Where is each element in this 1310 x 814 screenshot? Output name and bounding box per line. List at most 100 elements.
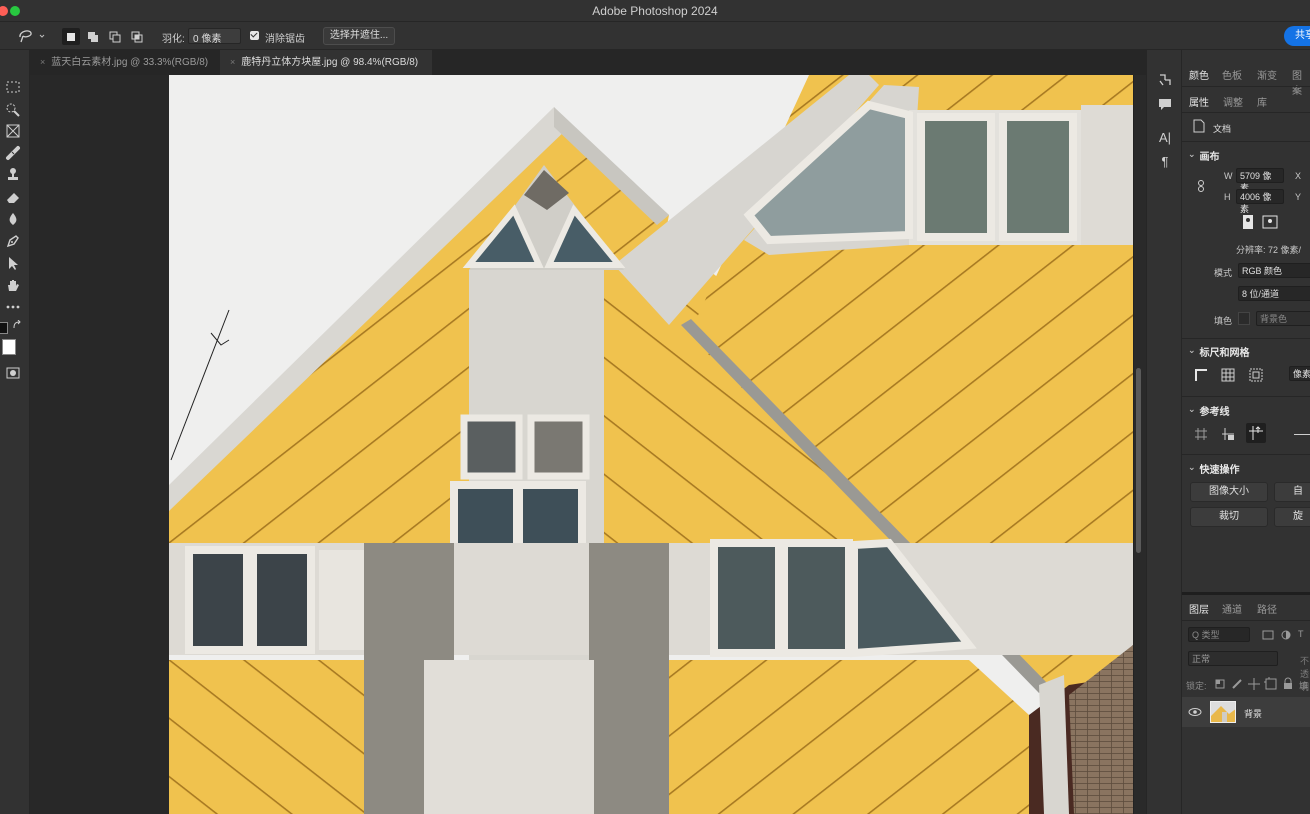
swap-colors-icon[interactable] — [12, 320, 22, 330]
blend-mode-select[interactable]: 正常 — [1188, 651, 1278, 666]
rotate-button[interactable]: 旋 — [1274, 507, 1310, 527]
quick-selection-tool-icon[interactable] — [4, 100, 22, 118]
properties-panel: 颜色 色板 渐变 图案 属性 调整 库 文档 画布 W 5709 像素 X H … — [1182, 50, 1310, 814]
lock-label: 锁定: — [1186, 681, 1207, 691]
quick-mask-icon[interactable] — [4, 364, 22, 382]
fill-label-layers: 填 — [1299, 681, 1309, 691]
ruler-units-select[interactable]: 像素 — [1289, 366, 1310, 381]
history-panel-icon[interactable] — [1157, 72, 1173, 88]
intersect-selection-button[interactable] — [128, 28, 146, 45]
guide-color-line[interactable] — [1294, 434, 1310, 435]
new-selection-mode-button[interactable] — [62, 28, 80, 45]
tab-libraries[interactable]: 库 — [1257, 94, 1267, 109]
rulers-grids-section-title[interactable]: 标尺和网格 — [1188, 344, 1250, 359]
link-dimensions-icon[interactable] — [1196, 178, 1212, 194]
image-size-button[interactable]: 图像大小 — [1190, 482, 1268, 502]
guides-section-title[interactable]: 参考线 — [1188, 403, 1230, 418]
clone-stamp-tool-icon[interactable] — [4, 166, 22, 184]
feather-label: 羽化: — [162, 34, 185, 45]
blur-tool-icon[interactable] — [4, 210, 22, 228]
pixel-grid-icon[interactable] — [1248, 367, 1264, 383]
pen-tool-icon[interactable] — [4, 232, 22, 250]
more-tools-icon[interactable] — [4, 298, 22, 316]
close-tab-icon[interactable]: × — [40, 57, 45, 67]
auto-button[interactable]: 自 — [1274, 482, 1310, 502]
ruler-icon[interactable] — [1193, 367, 1209, 383]
foreground-color-swatch[interactable] — [0, 322, 8, 334]
tab-label: 蓝天白云素材.jpg @ 33.3%(RGB/8) — [51, 57, 209, 68]
canvas-section-title[interactable]: 画布 — [1188, 148, 1220, 163]
tab-paths[interactable]: 路径 — [1257, 601, 1277, 616]
width-label: W — [1224, 171, 1233, 181]
paragraph-panel-icon[interactable]: ¶ — [1157, 154, 1173, 170]
close-tab-icon[interactable]: × — [230, 57, 235, 67]
lasso-tool-preset-icon[interactable] — [16, 27, 46, 45]
layer-name: 背景 — [1244, 709, 1263, 719]
landscape-orientation-icon[interactable] — [1262, 214, 1278, 230]
tab-patterns[interactable]: 图案 — [1292, 67, 1310, 97]
character-panel-icon[interactable]: A| — [1157, 130, 1173, 146]
tab-adjustments[interactable]: 调整 — [1223, 94, 1243, 109]
eraser-tool-icon[interactable] — [4, 188, 22, 206]
lock-artboard-icon[interactable] — [1263, 676, 1279, 692]
filter-image-icon[interactable] — [1260, 627, 1276, 643]
subtract-from-selection-button[interactable] — [106, 28, 124, 45]
fill-select[interactable]: 背景色 — [1256, 311, 1310, 326]
tab-layers[interactable]: 图层 — [1189, 601, 1209, 616]
canvas-height-field[interactable]: 4006 像素 — [1236, 189, 1284, 214]
vertical-scrollbar-thumb[interactable] — [1136, 368, 1141, 553]
background-color-swatch[interactable] — [2, 339, 16, 355]
path-selection-tool-icon[interactable] — [4, 254, 22, 272]
tab-properties[interactable]: 属性 — [1189, 94, 1209, 109]
layer-thumbnail — [1210, 701, 1236, 723]
add-to-selection-button[interactable] — [84, 28, 102, 45]
canvas-width-field[interactable]: 5709 像素 — [1236, 168, 1284, 193]
comments-panel-icon[interactable] — [1157, 96, 1173, 112]
trim-button[interactable]: 裁切 — [1190, 507, 1268, 527]
height-label: H — [1224, 192, 1231, 202]
tab-swatches[interactable]: 色板 — [1222, 67, 1242, 82]
layer-row-background[interactable]: 背景 — [1182, 697, 1310, 727]
layer-filter-search[interactable]: Q 类型 — [1188, 627, 1250, 642]
guide-lock-icon[interactable] — [1220, 426, 1236, 442]
grid-icon[interactable] — [1220, 367, 1236, 383]
antialias-checkbox[interactable] — [250, 31, 259, 40]
tab-label: 鹿特丹立体方块屋.jpg @ 98.4%(RGB/8) — [241, 57, 419, 68]
feather-input[interactable]: 0 像素 — [188, 28, 241, 45]
filter-type-icon[interactable]: T — [1298, 629, 1304, 639]
bit-depth-select[interactable]: 8 位/通道 — [1238, 286, 1310, 301]
share-button[interactable]: 共享 — [1284, 26, 1310, 46]
tab-gradients[interactable]: 渐变 — [1257, 67, 1277, 82]
canvas-image[interactable] — [169, 75, 1133, 814]
x-label: X — [1295, 171, 1302, 181]
tab-sky-clouds[interactable]: × 蓝天白云素材.jpg @ 33.3%(RGB/8) — [30, 50, 220, 75]
mode-label: 模式 — [1214, 268, 1233, 278]
lock-all-icon[interactable] — [1280, 676, 1296, 692]
color-mode-select[interactable]: RGB 颜色 — [1238, 263, 1310, 278]
healing-brush-tool-icon[interactable] — [4, 144, 22, 162]
antialias-label: 消除锯齿 — [265, 34, 305, 45]
quick-actions-section-title[interactable]: 快速操作 — [1188, 461, 1240, 476]
filter-adjustment-icon[interactable] — [1278, 627, 1294, 643]
document-tab-bar: × 蓝天白云素材.jpg @ 33.3%(RGB/8) × 鹿特丹立体方块屋.jpg… — [30, 50, 1146, 75]
tab-color[interactable]: 颜色 — [1189, 67, 1209, 82]
fill-label: 填色 — [1214, 316, 1233, 326]
hand-tool-icon[interactable] — [4, 276, 22, 294]
fill-color-swatch[interactable] — [1238, 312, 1250, 325]
tab-cube-houses[interactable]: × 鹿特丹立体方块屋.jpg @ 98.4%(RGB/8) — [220, 50, 432, 75]
marquee-tool-icon[interactable] — [4, 78, 22, 96]
lock-position-icon[interactable] — [1246, 676, 1262, 692]
lock-pixels-icon[interactable] — [1229, 676, 1245, 692]
cube-houses-photo — [169, 75, 1133, 814]
options-bar: 羽化: 0 像素 消除锯齿 选择并遮住... 共享 — [0, 22, 1310, 50]
select-and-mask-button[interactable]: 选择并遮住... — [323, 27, 395, 45]
guide-toggle-active[interactable] — [1246, 423, 1266, 443]
lock-transparency-icon[interactable] — [1212, 676, 1228, 692]
tab-channels[interactable]: 通道 — [1222, 601, 1242, 616]
portrait-orientation-icon[interactable] — [1240, 214, 1256, 230]
guide-layout-icon[interactable] — [1193, 426, 1209, 442]
frame-tool-icon[interactable] — [4, 122, 22, 140]
title-bar: Adobe Photoshop 2024 — [0, 0, 1310, 22]
y-label: Y — [1295, 192, 1302, 202]
layer-visibility-eye-icon[interactable] — [1188, 705, 1202, 719]
